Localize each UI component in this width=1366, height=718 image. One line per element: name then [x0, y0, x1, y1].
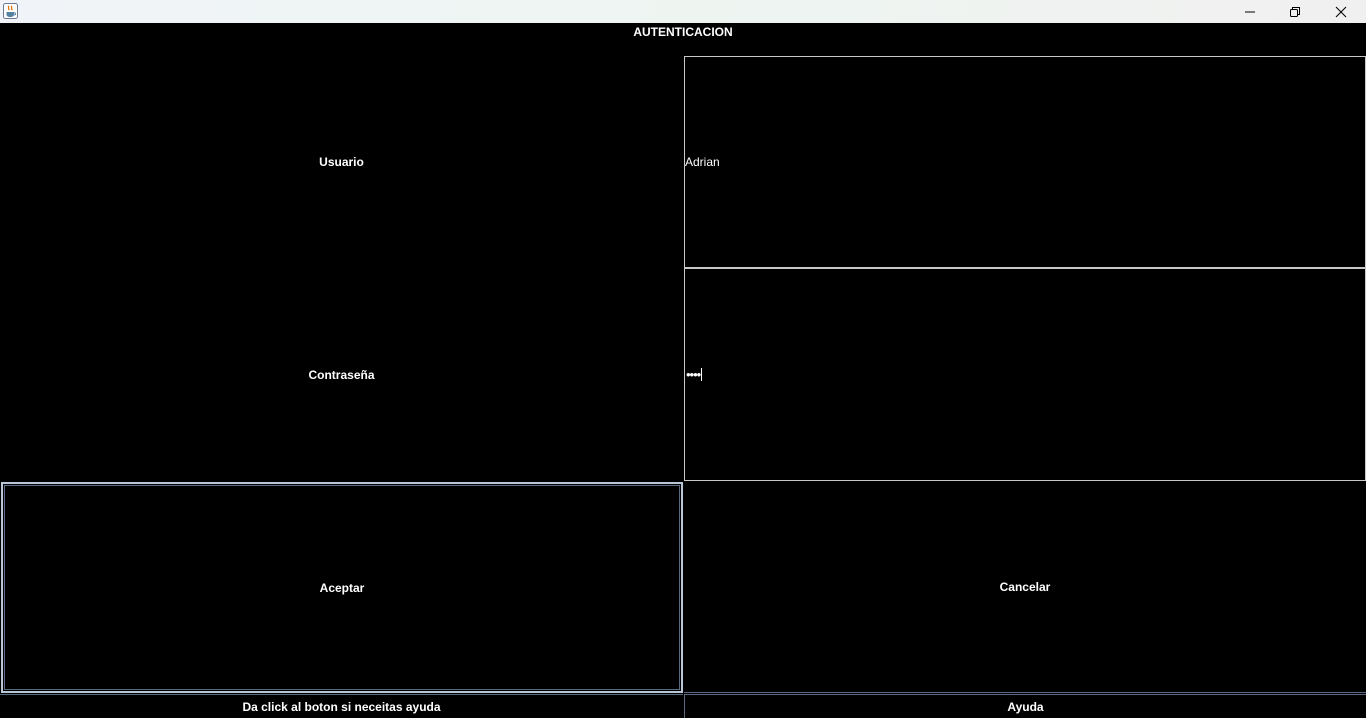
close-icon	[1335, 6, 1347, 17]
maximize-button[interactable]	[1272, 0, 1318, 23]
close-button[interactable]	[1318, 0, 1364, 23]
user-field-value: Adrian	[685, 155, 720, 169]
cancel-button[interactable]: Cancelar	[684, 482, 1366, 693]
title-bar	[0, 0, 1366, 23]
user-field[interactable]: Adrian	[684, 56, 1366, 268]
minimize-button[interactable]	[1227, 0, 1273, 23]
password-mask: ••••	[686, 367, 701, 382]
help-hint-label: Da click al boton si neceitas ayuda	[0, 694, 683, 718]
minimize-icon	[1245, 11, 1255, 12]
help-button[interactable]: Ayuda	[684, 694, 1366, 718]
login-panel: AUTENTICACION Usuario Adrian Contraseña …	[0, 23, 1366, 718]
text-caret	[701, 368, 703, 381]
page-title: AUTENTICACION	[633, 25, 733, 39]
password-field[interactable]: ••••	[684, 268, 1366, 481]
accept-button[interactable]: Aceptar	[1, 482, 683, 693]
user-label: Usuario	[319, 155, 364, 169]
java-cup-icon[interactable]	[3, 3, 18, 19]
maximize-icon	[1290, 6, 1300, 17]
password-label: Contraseña	[308, 367, 375, 382]
